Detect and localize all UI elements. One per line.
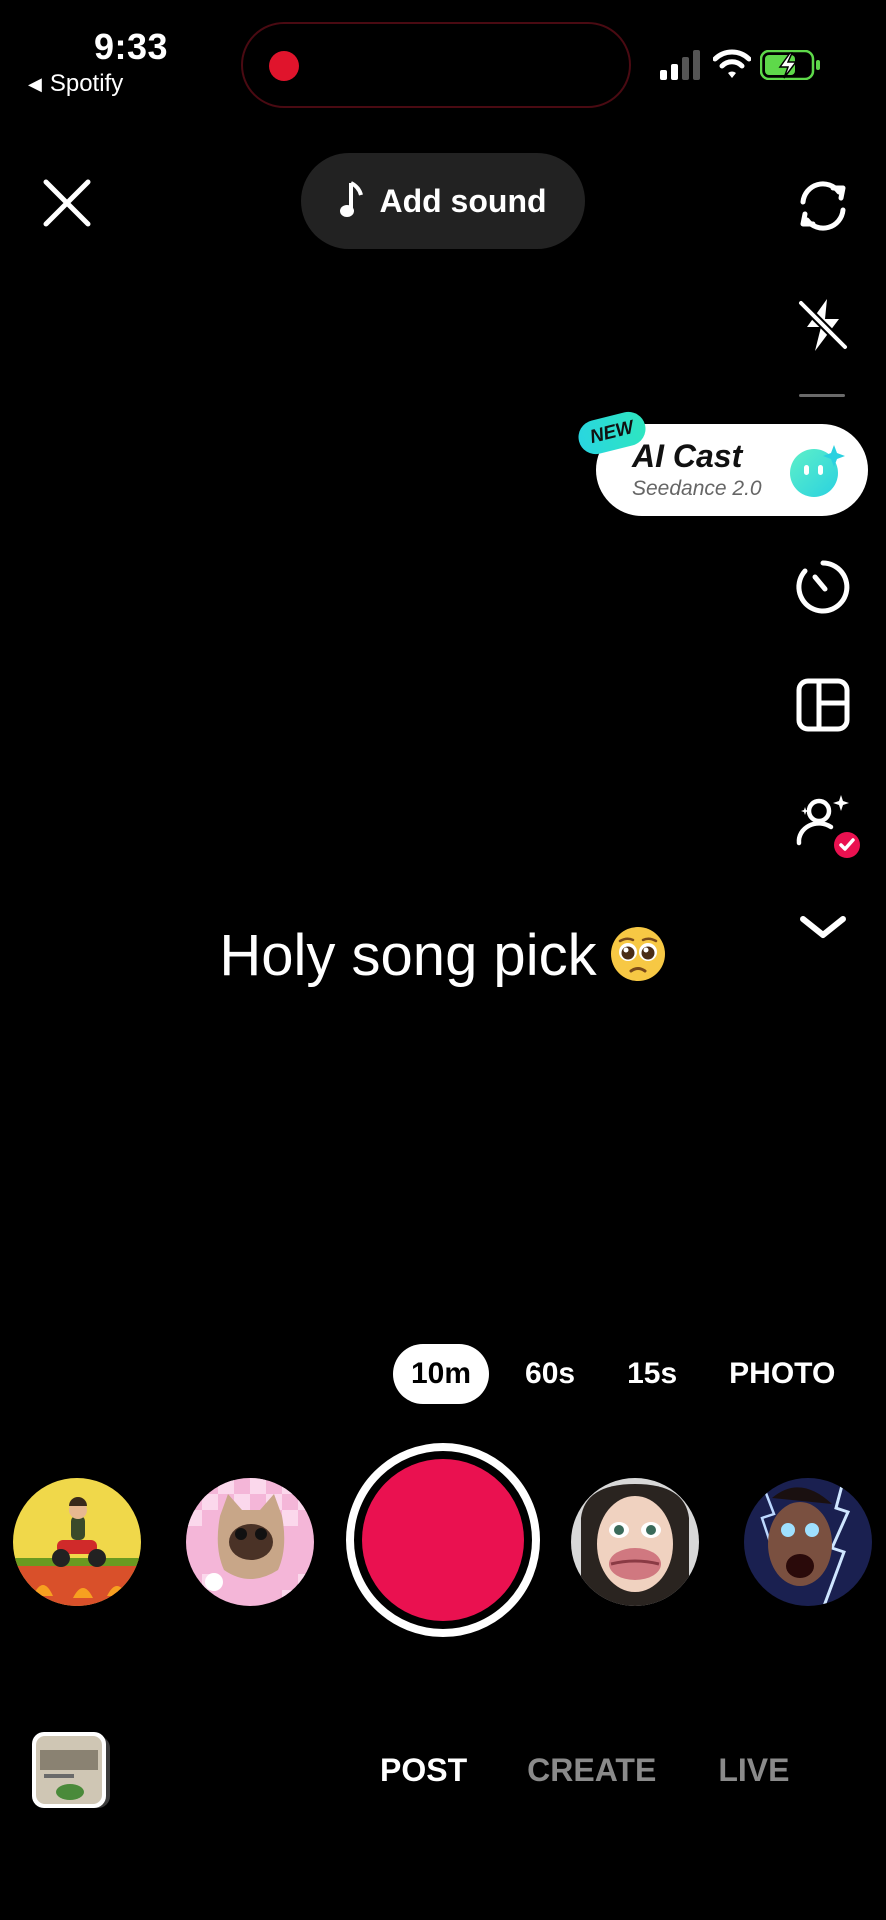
layout-grid-icon — [796, 678, 850, 732]
recording-indicator — [269, 51, 299, 81]
retouch-person-icon — [796, 795, 860, 858]
rail-divider — [799, 394, 845, 397]
duration-60s[interactable]: 60s — [525, 1344, 575, 1404]
scooter-game-thumbnail — [13, 1478, 141, 1606]
tab-post[interactable]: POST — [380, 1752, 467, 1789]
add-sound-label: Add sound — [379, 182, 547, 219]
back-triangle-icon: ◀ — [28, 73, 42, 94]
back-to-app-link[interactable]: ◀ Spotify — [28, 70, 123, 98]
back-app-label: Spotify — [49, 70, 124, 97]
caption-text: Holy song pick — [0, 922, 886, 989]
tab-create[interactable]: CREATE — [527, 1752, 656, 1789]
battery-charging-icon — [760, 50, 820, 80]
record-button[interactable] — [362, 1459, 524, 1621]
flash-off-icon — [798, 299, 848, 351]
lightning-face-thumbnail — [744, 1478, 872, 1606]
flash-button[interactable] — [790, 292, 856, 358]
tab-live[interactable]: LIVE — [718, 1752, 789, 1789]
flip-camera-icon — [800, 181, 846, 231]
layout-button[interactable] — [790, 672, 856, 738]
big-lips-face-effect[interactable] — [571, 1478, 699, 1606]
status-time: 9:33 — [94, 26, 169, 67]
close-icon[interactable] — [42, 178, 92, 228]
wifi-icon — [713, 49, 751, 78]
pleading-face-emoji — [610, 927, 665, 981]
ai-cast-title: AI Cast — [632, 438, 743, 474]
caption-label: Holy song pick — [219, 923, 597, 988]
cat-sticker-effect[interactable] — [186, 1478, 314, 1606]
duration-selector: 10m 60s 15s PHOTO — [393, 1344, 835, 1404]
duration-15s[interactable]: 15s — [627, 1344, 677, 1404]
add-sound-button[interactable]: Add sound — [301, 153, 585, 249]
retouch-button[interactable] — [790, 790, 860, 858]
lightning-face-effect[interactable] — [744, 1478, 872, 1606]
mode-tabs: POST CREATE LIVE — [380, 1752, 789, 1789]
flip-camera-button[interactable] — [790, 173, 856, 239]
cat-sticker-thumbnail — [186, 1478, 314, 1606]
mode-photo[interactable]: PHOTO — [729, 1344, 835, 1404]
scooter-game-effect[interactable] — [13, 1478, 141, 1606]
timer-button[interactable] — [790, 554, 856, 620]
duration-10m[interactable]: 10m — [393, 1344, 490, 1404]
ai-cast-mascot-icon — [790, 445, 845, 497]
big-lips-face-thumbnail — [571, 1478, 699, 1606]
dynamic-island[interactable] — [241, 22, 631, 108]
cellular-signal-icon — [660, 50, 700, 80]
timer-icon — [796, 560, 850, 614]
ai-cast-subtitle: Seedance 2.0 — [632, 477, 762, 500]
gallery-upload-button[interactable] — [30, 1730, 114, 1814]
music-note-icon — [340, 181, 364, 217]
